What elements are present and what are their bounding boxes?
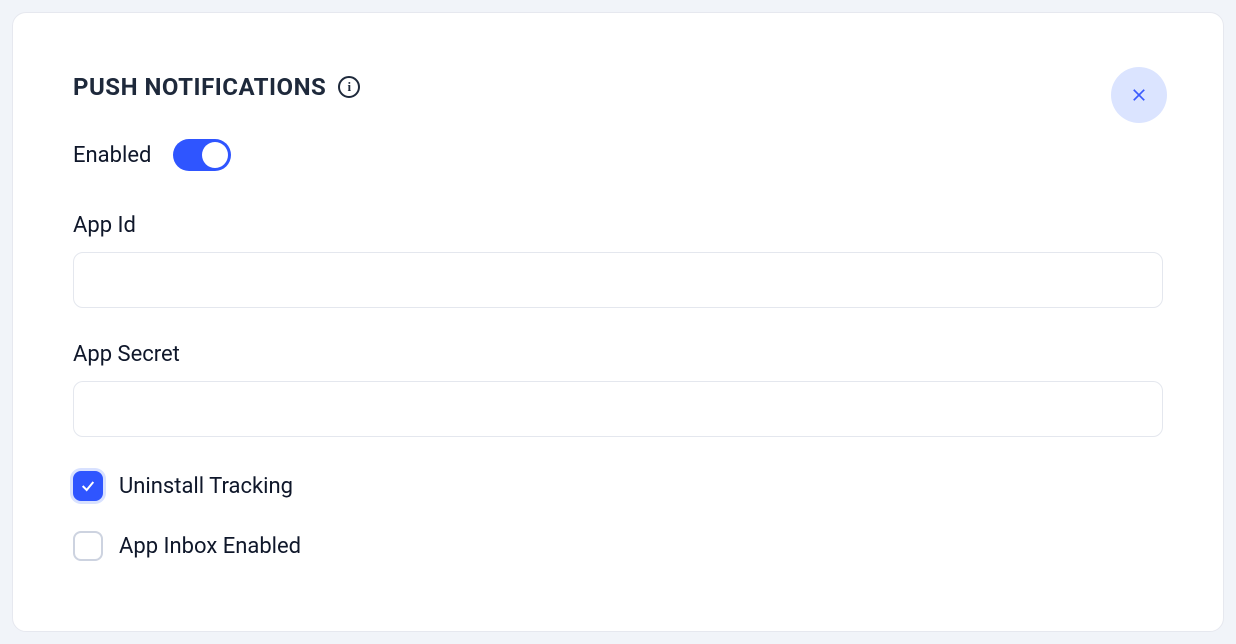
uninstall-tracking-row: Uninstall Tracking xyxy=(73,471,1163,501)
close-icon xyxy=(1130,86,1148,104)
app-inbox-enabled-checkbox[interactable] xyxy=(73,531,103,561)
app-inbox-enabled-row: App Inbox Enabled xyxy=(73,531,1163,561)
enabled-label: Enabled xyxy=(73,143,151,168)
app-secret-field-block: App Secret xyxy=(73,342,1163,437)
app-secret-label: App Secret xyxy=(73,342,1163,367)
uninstall-tracking-checkbox[interactable] xyxy=(73,471,103,501)
toggle-knob xyxy=(202,142,228,168)
uninstall-tracking-label: Uninstall Tracking xyxy=(119,474,293,499)
push-notifications-card: PUSH NOTIFICATIONS i Enabled App Id App … xyxy=(12,12,1224,632)
app-id-field-block: App Id xyxy=(73,213,1163,308)
section-header: PUSH NOTIFICATIONS i xyxy=(73,73,1163,101)
app-secret-input[interactable] xyxy=(73,381,1163,437)
close-button[interactable] xyxy=(1111,67,1167,123)
enabled-row: Enabled xyxy=(73,139,1163,171)
app-id-label: App Id xyxy=(73,213,1163,238)
info-icon[interactable]: i xyxy=(338,76,360,98)
section-title: PUSH NOTIFICATIONS xyxy=(73,73,326,101)
enabled-toggle[interactable] xyxy=(173,139,231,171)
check-icon xyxy=(80,478,96,494)
app-id-input[interactable] xyxy=(73,252,1163,308)
app-inbox-enabled-label: App Inbox Enabled xyxy=(119,534,301,559)
